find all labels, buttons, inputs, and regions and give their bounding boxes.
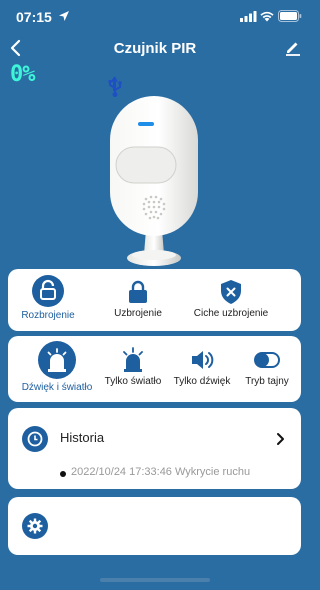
shield-x-icon <box>221 280 241 304</box>
wifi-icon <box>260 11 274 22</box>
status-bar: 07:15 <box>0 0 310 30</box>
alarm-silent-mode-label: Tryb tajny <box>245 376 289 387</box>
gear-icon <box>22 513 48 539</box>
mode-disarm-label: Rozbrojenie <box>21 310 75 321</box>
edit-pencil-icon[interactable] <box>284 38 302 56</box>
toggle-icon <box>254 352 280 368</box>
arm-mode-card: Rozbrojenie Uzbrojenie Ciche uzbrojenie <box>8 269 301 331</box>
alarm-light-only-button[interactable]: Tylko światło <box>103 347 163 387</box>
home-indicator[interactable] <box>100 578 210 582</box>
alarm-silent-mode-button[interactable]: Tryb tajny <box>238 347 296 387</box>
alarm-sound-light-label: Dźwięk i światło <box>21 382 93 393</box>
page-title: Czujnik PIR <box>113 40 197 57</box>
history-card[interactable]: Historia 2022/10/24 17:33:46 Wykrycie ru… <box>8 408 301 489</box>
location-arrow-icon <box>59 11 69 21</box>
chevron-right-icon <box>277 433 284 445</box>
speaker-icon <box>192 351 214 369</box>
history-entry-bullet <box>60 471 66 477</box>
history-label: Historia <box>60 430 105 445</box>
battery-icon <box>278 10 302 22</box>
alarm-light-only-label: Tylko światło <box>104 376 162 387</box>
mode-silent-arm-button[interactable]: Ciche uzbrojenie <box>186 279 276 319</box>
unlock-icon <box>32 275 64 307</box>
mode-disarm-button[interactable]: Rozbrojenie <box>18 275 78 321</box>
mode-arm-label: Uzbrojenie <box>114 308 162 319</box>
mode-arm-button[interactable]: Uzbrojenie <box>108 279 168 319</box>
history-latest-entry: 2022/10/24 17:33:46 Wykrycie ruchu <box>71 466 251 478</box>
lock-icon <box>129 280 147 303</box>
history-clock-icon <box>22 426 48 452</box>
alarm-sound-only-button[interactable]: Tylko dźwięk <box>171 347 233 387</box>
siren-light-icon <box>123 347 143 372</box>
alarm-type-card: Dźwięk i światło Tylko światło Tylko dźw… <box>8 336 301 402</box>
alarm-sound-light-button[interactable]: Dźwięk i światło <box>14 341 100 393</box>
status-time: 07:15 <box>16 9 52 25</box>
pir-sensor-device-image <box>110 96 198 266</box>
siren-icon <box>38 341 76 379</box>
cellular-signal-icon <box>240 11 257 22</box>
settings-card[interactable] <box>8 497 301 555</box>
battery-percentage: 0% <box>10 62 35 87</box>
alarm-sound-only-label: Tylko dźwięk <box>173 376 231 387</box>
mode-silent-arm-label: Ciche uzbrojenie <box>193 308 269 319</box>
